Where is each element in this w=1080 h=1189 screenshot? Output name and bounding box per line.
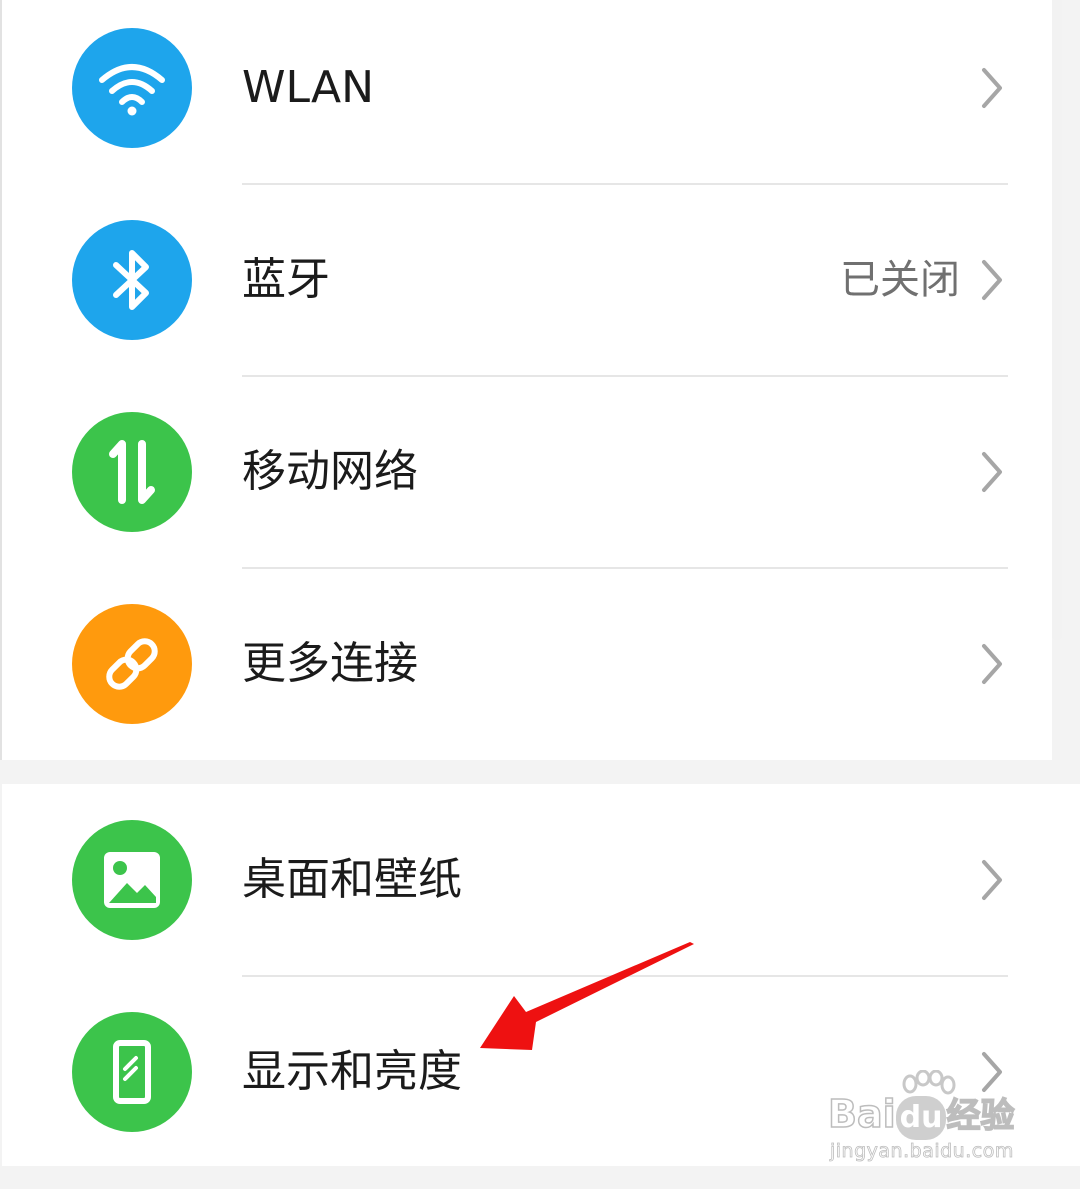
chevron-right-icon	[982, 860, 1002, 900]
watermark-suffix: 经验	[946, 1095, 1016, 1137]
wlan-label: WLAN	[242, 62, 375, 113]
mobile-network-label: 移动网络	[242, 446, 418, 497]
baidu-watermark: Bai du 经验 jingyan.baidu.com	[827, 1070, 1028, 1170]
chevron-right-icon	[982, 68, 1002, 108]
bluetooth-label: 蓝牙	[242, 254, 330, 305]
display-brightness-label: 显示和亮度	[242, 1046, 462, 1097]
chevron-right-icon	[982, 452, 1002, 492]
settings-item-bluetooth[interactable]: 蓝牙 已关闭	[2, 192, 1052, 384]
settings-item-wlan[interactable]: WLAN	[2, 0, 1052, 192]
chevron-right-icon	[982, 260, 1002, 300]
divider	[242, 183, 1008, 185]
bluetooth-status-value: 已关闭	[840, 257, 960, 303]
scrollbar-track[interactable]	[1052, 0, 1062, 640]
settings-item-mobile-network[interactable]: 移动网络	[2, 384, 1052, 576]
more-connections-label: 更多连接	[242, 638, 418, 689]
annotation-arrow	[480, 942, 694, 1050]
watermark-brand: Bai	[827, 1091, 896, 1137]
mobile-data-icon	[72, 412, 192, 532]
wifi-icon	[72, 28, 192, 148]
settings-group-connectivity: WLAN 蓝牙 已关闭 移动网络 更多连接	[2, 0, 1052, 760]
watermark-paw-text: du	[895, 1096, 947, 1140]
settings-item-more-connections[interactable]: 更多连接	[2, 576, 1052, 768]
link-icon	[72, 604, 192, 724]
divider	[242, 375, 1008, 377]
chevron-right-icon	[982, 1052, 1002, 1092]
phone-display-icon	[72, 1012, 192, 1132]
image-icon	[72, 820, 192, 940]
chevron-right-icon	[982, 644, 1002, 684]
bluetooth-icon	[72, 220, 192, 340]
desktop-wallpaper-label: 桌面和壁纸	[242, 854, 462, 905]
watermark-url: jingyan.baidu.com	[830, 1140, 1014, 1163]
divider	[242, 567, 1008, 569]
